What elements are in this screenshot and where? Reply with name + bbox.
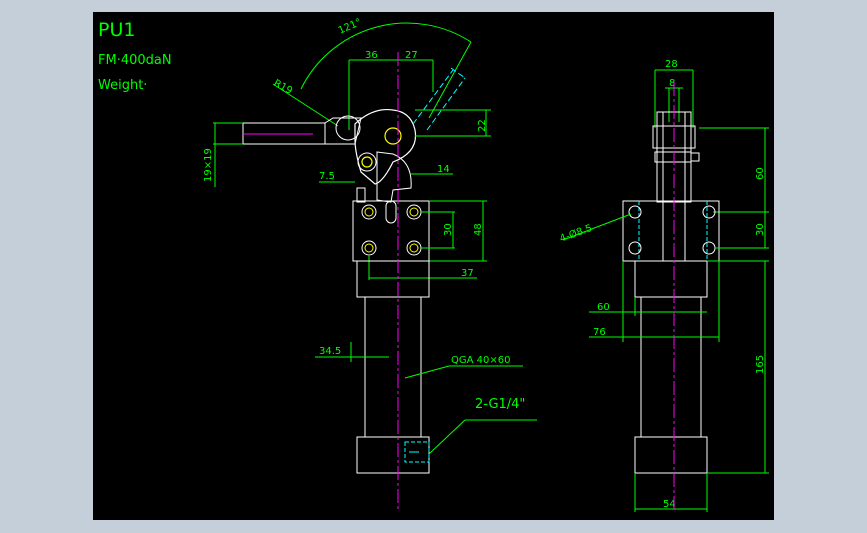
- side-holes: [628, 205, 716, 255]
- side-nut: [690, 152, 700, 162]
- dim-165: 165: [755, 355, 766, 374]
- angle-arc: [300, 22, 472, 90]
- link-pin: [361, 156, 373, 168]
- dim-60-bottom: 60: [597, 302, 610, 313]
- link-pivot-outer: [335, 115, 361, 141]
- side-cylinder-base: [634, 436, 708, 474]
- front-view: 121° R19 36 27 19×19 22 7.5 14 30 48 37 …: [203, 17, 537, 512]
- bolt-core: [364, 207, 374, 217]
- dim-27: 27: [405, 50, 418, 61]
- port-leader: [428, 419, 466, 455]
- bolt-core: [364, 243, 374, 253]
- mount-hole: [702, 241, 716, 255]
- bolt-head: [361, 240, 377, 256]
- cylinder-label: QGA 40×60: [451, 355, 510, 366]
- bolt-head: [406, 204, 422, 220]
- title-block: PU1 FM·400daN Weight·: [98, 19, 172, 93]
- force-rating: FM·400daN: [98, 53, 172, 68]
- weight-label: Weight·: [98, 78, 147, 93]
- dim-36: 36: [365, 50, 378, 61]
- port-label: 2-G1/4": [475, 397, 525, 412]
- radius-dim: R19: [272, 78, 295, 97]
- side-bolt-bar: [654, 151, 692, 163]
- mount-hole: [628, 241, 642, 255]
- bolt-core: [409, 207, 419, 217]
- pivot-pin-top: [384, 127, 402, 145]
- front-bolts: [361, 204, 422, 256]
- dim-7-5: 7.5: [319, 171, 335, 182]
- part-code: PU1: [98, 19, 135, 41]
- dim-14: 14: [437, 164, 450, 175]
- cylinder-leader: [404, 365, 450, 379]
- link-pin-outer: [357, 152, 377, 172]
- dim-76: 76: [593, 327, 606, 338]
- dim-handle: 19×19: [203, 148, 214, 182]
- dim-22: 22: [477, 119, 488, 132]
- body-tab: [356, 187, 366, 203]
- clamp-arm: [354, 108, 417, 185]
- dim-30-front: 30: [443, 223, 454, 236]
- holes-label: 4-Ø8.5: [558, 222, 594, 245]
- dim-37: 37: [461, 268, 474, 279]
- side-view: 28 8 60 4-Ø8.5 30 60 76 165 54: [558, 59, 769, 512]
- side-cylinder-tube: [640, 296, 702, 438]
- radius-leader: [272, 83, 339, 127]
- angle-dim: 121°: [337, 17, 363, 37]
- dim-28: 28: [665, 59, 678, 70]
- link-plate: [376, 151, 412, 203]
- angle-leader: [428, 41, 472, 119]
- cylinder-tube: [364, 296, 422, 438]
- bolt-core: [409, 243, 419, 253]
- dim-34-5: 34.5: [319, 346, 341, 357]
- bolt-head: [406, 240, 422, 256]
- alt-arm-end: [450, 67, 466, 79]
- bolt-head: [361, 204, 377, 220]
- cylinder-head: [356, 260, 430, 298]
- mount-hole: [628, 205, 642, 219]
- technical-drawing: PU1 FM·400daN Weight· 121° R19 36 27 19×…: [98, 17, 769, 512]
- body-slot: [385, 200, 397, 224]
- dim-48: 48: [473, 223, 484, 236]
- dim-60-side: 60: [755, 167, 766, 180]
- cad-drawing-area: PU1 FM·400daN Weight· 121° R19 36 27 19×…: [93, 12, 774, 520]
- side-cylinder-head: [634, 260, 708, 298]
- dim-30-side: 30: [755, 223, 766, 236]
